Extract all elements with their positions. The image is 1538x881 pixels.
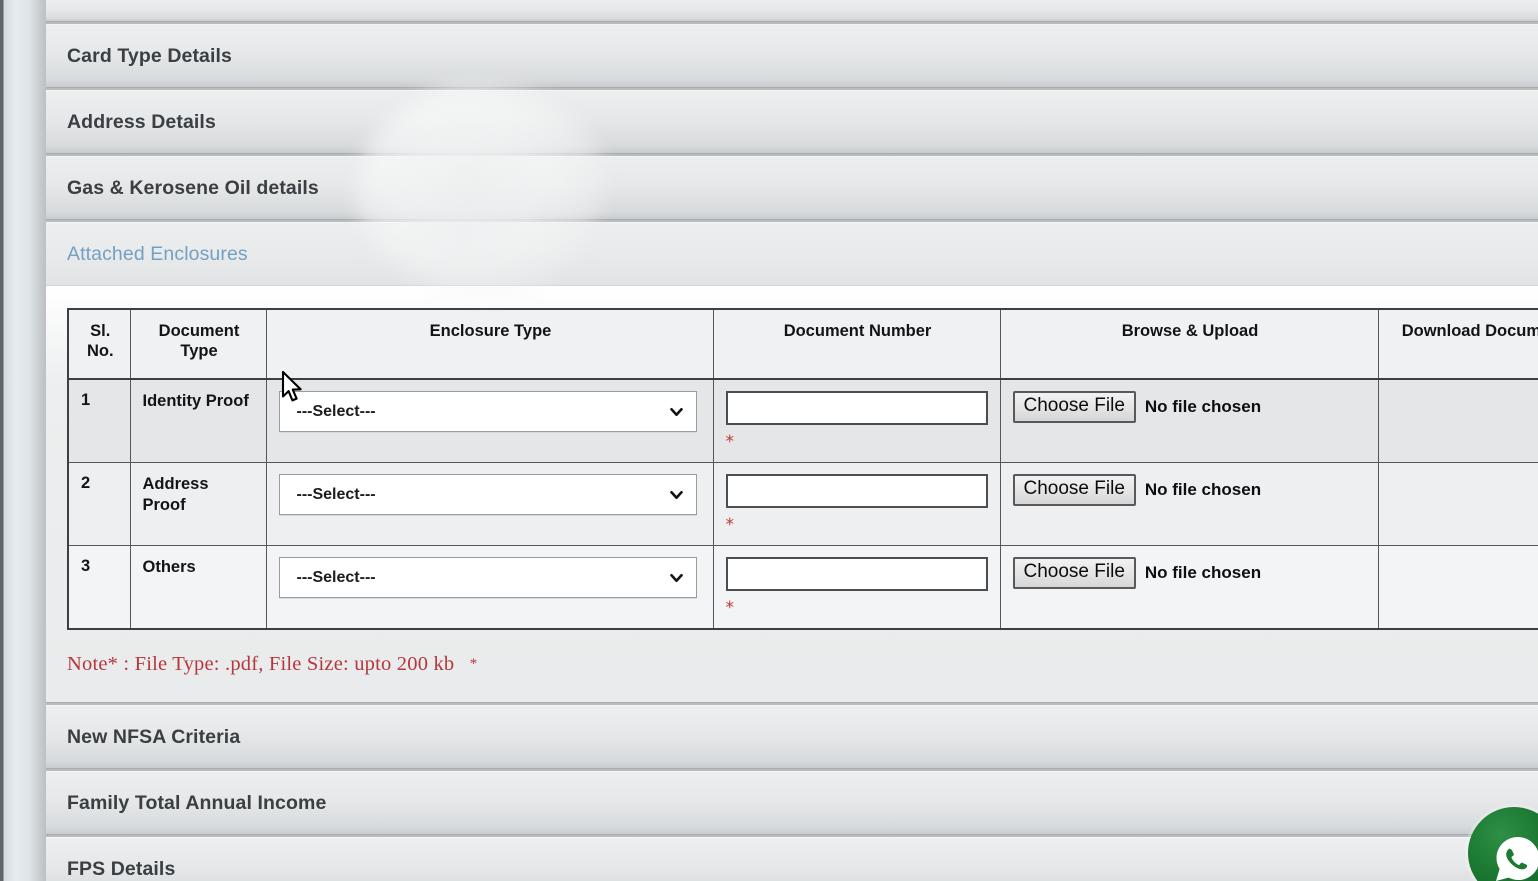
cell-document-number: *: [712, 545, 1001, 630]
accordion-label: New NFSA Criteria: [67, 725, 241, 748]
required-asterisk: *: [725, 432, 735, 452]
enclosure-type-select-3[interactable]: ---Select---: [278, 557, 697, 598]
cell-browse-upload: Choose File No file chosen: [999, 545, 1379, 630]
cell-document-type: Identity Proof: [129, 378, 267, 463]
form-accordion: Card Type Details Address Details Gas & …: [46, 0, 1538, 881]
table-row: 2 Address Proof ---Select--- * Choose Fi…: [67, 462, 1538, 546]
enclosures-table: Sl. No. Document Type Enclosure Type Doc…: [67, 308, 1538, 630]
chevron-down-icon: [669, 571, 683, 584]
file-status-label-3: No file chosen: [1144, 562, 1262, 582]
required-asterisk: *: [725, 598, 735, 618]
select-value: ---Select---: [296, 485, 376, 503]
cell-browse-upload: Choose File No file chosen: [999, 378, 1379, 463]
cell-enclosure-type: ---Select---: [265, 378, 714, 463]
accordion-label: Attached Enclosures: [67, 242, 248, 265]
file-status-label-1: No file chosen: [1144, 396, 1262, 416]
accordion-header-fps-details[interactable]: FPS Details: [46, 837, 1538, 881]
document-number-input-1[interactable]: [725, 391, 988, 425]
accordion-header-attached-enclosures[interactable]: Attached Enclosures: [46, 222, 1538, 286]
cell-document-number: *: [712, 378, 1001, 463]
note-text: Note* : File Type: .pdf, File Size: upto…: [67, 653, 455, 675]
choose-file-button-2[interactable]: Choose File: [1012, 474, 1136, 506]
accordion-header-card-type-details[interactable]: Card Type Details: [46, 24, 1538, 88]
window-left-edge: [0, 0, 46, 881]
accordion-header-new-nfsa-criteria[interactable]: New NFSA Criteria: [46, 705, 1538, 769]
cell-document-number: *: [712, 462, 1001, 546]
enclosure-type-select-2[interactable]: ---Select---: [278, 474, 697, 515]
table-header-row: Sl. No. Document Type Enclosure Type Doc…: [67, 308, 1538, 380]
file-requirements-note: Note* : File Type: .pdf, File Size: upto…: [67, 653, 1538, 676]
accordion-header-address-details[interactable]: Address Details: [46, 90, 1538, 154]
accordion-label: Card Type Details: [67, 44, 232, 67]
accordion-label: Gas & Kerosene Oil details: [67, 176, 319, 199]
select-value: ---Select---: [296, 568, 376, 586]
table-row: 3 Others ---Select--- * Choose File No f…: [67, 545, 1538, 630]
attached-enclosures-panel: Sl. No. Document Type Enclosure Type Doc…: [46, 286, 1538, 703]
column-header-sl-no: Sl. No.: [67, 308, 131, 380]
column-header-browse-upload: Browse & Upload: [999, 308, 1379, 380]
cell-download-document: [1377, 462, 1538, 546]
cell-document-type: Address Proof: [129, 462, 267, 546]
choose-file-button-3[interactable]: Choose File: [1012, 557, 1136, 589]
accordion-label: Family Total Annual Income: [67, 791, 327, 814]
table-row: 1 Identity Proof ---Select--- * Choose F…: [67, 378, 1538, 463]
accordion-header-family-total-annual-income[interactable]: Family Total Annual Income: [46, 771, 1538, 835]
chevron-down-icon: [669, 405, 683, 418]
document-number-input-3[interactable]: [725, 557, 988, 591]
cell-sl-no: 2: [67, 462, 131, 546]
file-picker-1: Choose File No file chosen: [1012, 391, 1368, 423]
file-picker-2: Choose File No file chosen: [1012, 474, 1368, 506]
choose-file-button-1[interactable]: Choose File: [1012, 391, 1136, 423]
accordion-header-cutoff[interactable]: [46, 0, 1538, 22]
column-header-document-type: Document Type: [129, 308, 267, 380]
accordion-header-gas-kerosene-oil-details[interactable]: Gas & Kerosene Oil details: [46, 156, 1538, 220]
cell-sl-no: 1: [67, 378, 131, 463]
enclosure-type-select-1[interactable]: ---Select---: [278, 391, 697, 432]
column-header-document-number: Document Number: [712, 308, 1001, 380]
cell-download-document: [1377, 545, 1538, 630]
column-header-download-document: Download Document: [1377, 308, 1538, 380]
cell-browse-upload: Choose File No file chosen: [999, 462, 1379, 546]
accordion-label: FPS Details: [67, 857, 176, 880]
cell-enclosure-type: ---Select---: [265, 545, 714, 630]
chevron-down-icon: [669, 488, 683, 501]
cell-enclosure-type: ---Select---: [265, 462, 714, 546]
cell-document-type: Others: [129, 545, 267, 630]
cell-download-document: [1377, 378, 1538, 463]
file-status-label-2: No file chosen: [1144, 479, 1262, 499]
required-asterisk: *: [725, 515, 735, 535]
file-picker-3: Choose File No file chosen: [1012, 557, 1368, 589]
document-number-input-2[interactable]: [725, 474, 988, 508]
note-asterisk: *: [469, 656, 478, 672]
select-value: ---Select---: [296, 402, 376, 420]
page-viewport: Card Type Details Address Details Gas & …: [0, 0, 1538, 881]
accordion-label: Address Details: [67, 110, 216, 133]
column-header-enclosure-type: Enclosure Type: [265, 308, 714, 380]
cell-sl-no: 3: [67, 545, 131, 630]
